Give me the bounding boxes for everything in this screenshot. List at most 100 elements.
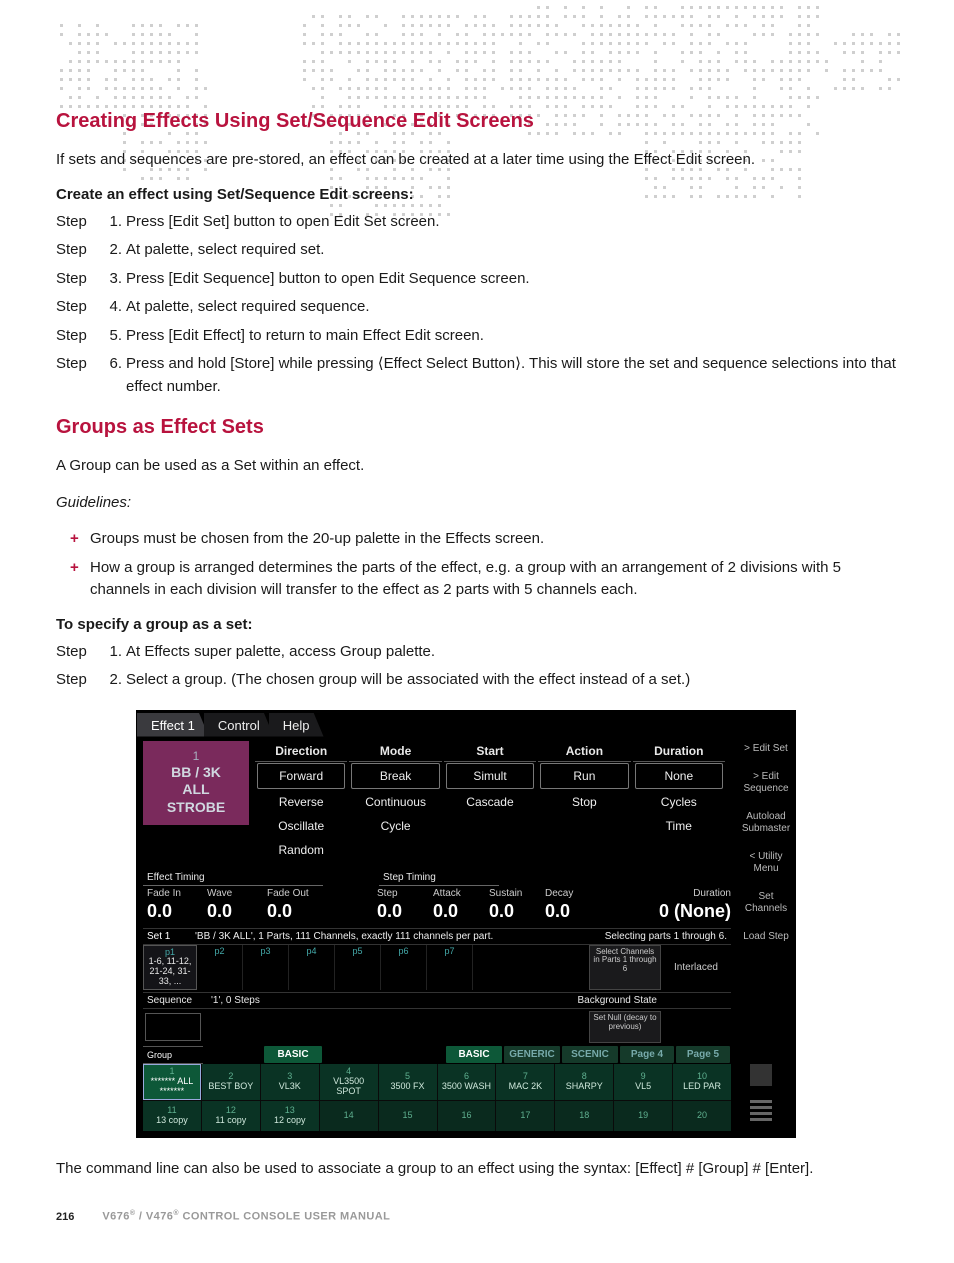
effect-index: 1 [193,749,200,764]
palette-cell[interactable]: 19 [614,1101,672,1131]
step-item: Step2.At palette, select required set. [56,239,898,262]
option-reverse[interactable]: Reverse [255,790,347,814]
part-cell[interactable]: p2 [197,945,243,991]
part-cell[interactable]: p11-6, 11-12, 21-24, 31-33, ... [143,945,197,991]
set-selection: Selecting parts 1 through 6. [605,931,731,942]
palette-group-label: Group [143,1046,203,1064]
palette-cell[interactable]: 53500 FX [379,1064,437,1100]
part-cell[interactable]: p6 [381,945,427,991]
step-list: Step1.At Effects super palette, access G… [56,641,898,692]
option-simult[interactable]: Simult [446,763,534,789]
palette-tab[interactable]: Page 5 [676,1046,730,1063]
side-menu-item[interactable]: > Edit Sequence [741,771,791,795]
tab-help[interactable]: Help [269,713,324,737]
heading-creating-effects: Creating Effects Using Set/Sequence Edit… [56,110,898,133]
bullet-list: Groups must be chosen from the 20-up pal… [70,528,898,602]
option-random[interactable]: Random [255,838,347,862]
set-null-button[interactable]: Set Null (decay to previous) [589,1011,661,1043]
interlaced-toggle[interactable]: Interlaced [661,945,731,991]
palette-cell[interactable]: 1211 copy [202,1101,260,1131]
effect-line: ALL [182,781,209,799]
option-cascade[interactable]: Cascade [444,790,536,814]
part-cell[interactable]: p4 [289,945,335,991]
timing-label: Duration [601,888,731,901]
side-menu-item[interactable]: Load Step [741,931,791,943]
palette-cell[interactable]: 17 [496,1101,554,1131]
step-timing-label: Step Timing [379,870,499,886]
palette-tab[interactable]: SCENIC [562,1046,618,1063]
palette-cell[interactable]: 3VL3K [261,1064,319,1100]
palette-cell[interactable]: 2BEST BOY [202,1064,260,1100]
palette-cell[interactable]: 20 [673,1101,731,1131]
option-time[interactable]: Time [633,814,725,838]
subheading: Create an effect using Set/Sequence Edit… [56,186,898,203]
window-tabs: Effect 1 Control Help [137,711,795,737]
select-channels-button[interactable]: Select Channels in Parts 1 through 6 [589,945,661,991]
palette-tab[interactable]: Page 4 [620,1046,674,1063]
sequence-slot[interactable] [145,1013,201,1041]
column-header: Direction [255,741,347,762]
set-label: Set 1 [143,931,195,942]
palette-cell[interactable]: 1312 copy [261,1101,319,1131]
option-none[interactable]: None [635,763,723,789]
guidelines-label: Guidelines: [56,492,898,515]
palette-tab[interactable]: BASIC [264,1046,322,1063]
tab-control[interactable]: Control [204,713,274,737]
timing-label: Wave [207,888,267,901]
palette-tab[interactable]: BASIC [446,1046,502,1063]
part-cell[interactable]: p3 [243,945,289,991]
column-header: Action [538,741,630,762]
effect-line: STROBE [167,799,225,817]
palette-cell[interactable]: 7MAC 2K [496,1064,554,1100]
step-item: Step3.Press [Edit Sequence] button to op… [56,268,898,291]
palette-cell[interactable]: 1113 copy [143,1101,201,1131]
timing-value: 0 (None) [601,901,731,922]
step-item: Step6.Press and hold [Store] while press… [56,353,898,398]
option-oscillate[interactable]: Oscillate [255,814,347,838]
side-menu-item[interactable]: Autoload Submaster [741,811,791,835]
palette-cell[interactable]: 63500 WASH [438,1064,496,1100]
palette-cell[interactable]: 18 [555,1101,613,1131]
palette-cell[interactable]: 1******* ALL ******* [143,1064,201,1100]
timing-label: Sustain [489,888,545,901]
timing-value: 0.0 [489,901,545,922]
option-break[interactable]: Break [351,763,439,789]
option-continuous[interactable]: Continuous [349,790,441,814]
column-header: Duration [633,741,725,762]
palette-cell[interactable]: 10LED PAR [673,1064,731,1100]
timing-label: Step [377,888,433,901]
palette-cell[interactable]: 4VL3500 SPOT [320,1064,378,1100]
palette-cell[interactable]: 15 [379,1101,437,1131]
background-state-label: Background State [521,995,661,1006]
palette-cell[interactable]: 14 [320,1101,378,1131]
option-cycle[interactable]: Cycle [349,814,441,838]
bullet-item: Groups must be chosen from the 20-up pal… [70,528,898,551]
view-grid-icon[interactable] [750,1064,772,1086]
part-cell[interactable]: p5 [335,945,381,991]
option-cycles[interactable]: Cycles [633,790,725,814]
column-header: Start [444,741,536,762]
step-item: Step2.Select a group. (The chosen group … [56,669,898,692]
option-forward[interactable]: Forward [257,763,345,789]
side-menu-item[interactable]: > Edit Set [741,743,791,755]
side-menu-item[interactable]: < Utility Menu [741,851,791,875]
palette-cell[interactable]: 16 [438,1101,496,1131]
timing-value: 0.0 [377,901,433,922]
option-stop[interactable]: Stop [538,790,630,814]
sequence-label: Sequence [143,995,207,1006]
option-run[interactable]: Run [540,763,628,789]
closing-paragraph: The command line can also be used to ass… [56,1158,898,1181]
palette-cell[interactable]: 9VL5 [614,1064,672,1100]
step-list: Step1.Press [Edit Set] button to open Ed… [56,211,898,399]
palette-cell[interactable]: 8SHARPY [555,1064,613,1100]
side-menu-item[interactable]: Set Channels [741,891,791,915]
palette-tab[interactable]: GENERIC [504,1046,560,1063]
part-cell[interactable]: p7 [427,945,473,991]
view-list-icon[interactable] [750,1100,772,1121]
effect-timing-label: Effect Timing [143,870,323,886]
step-item: Step5.Press [Edit Effect] to return to m… [56,325,898,348]
tab-effect[interactable]: Effect 1 [137,713,209,737]
page-footer: 216 V676® / V476® CONTROL CONSOLE USER M… [56,1210,898,1223]
effect-edit-screenshot: Effect 1 Control Help 1 BB / 3K ALL STRO… [136,710,796,1138]
timing-label: Attack [433,888,489,901]
